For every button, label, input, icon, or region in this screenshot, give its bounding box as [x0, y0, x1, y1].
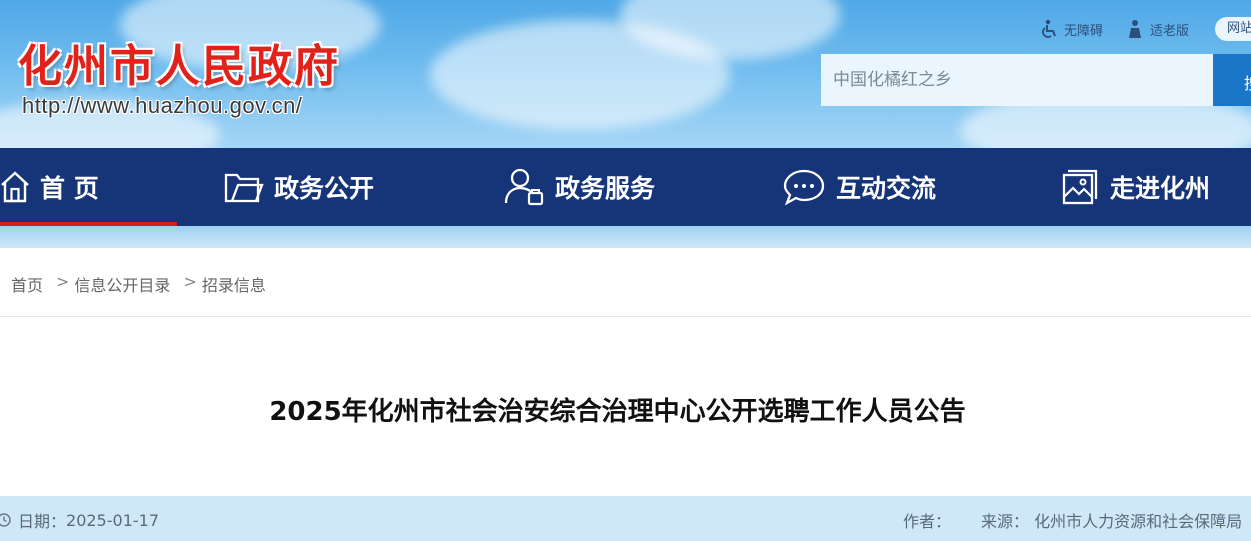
divider	[0, 316, 1251, 317]
nav-label: 首 页	[40, 174, 99, 203]
elder-mode-label: 适老版	[1150, 23, 1190, 39]
nav-item-services[interactable]: 政务服务	[503, 148, 655, 226]
nav-item-home[interactable]: 首 页	[0, 148, 177, 226]
breadcrumb-separator: >	[56, 272, 70, 291]
source-value: 化州市人力资源和社会保障局	[1034, 512, 1243, 531]
search-input[interactable]	[821, 54, 1213, 106]
clock-icon	[0, 513, 11, 527]
elder-mode-link[interactable]: 适老版	[1126, 18, 1189, 40]
nav-label: 政务服务	[555, 174, 656, 203]
breadcrumb-catalog[interactable]: 信息公开目录	[74, 272, 170, 296]
wheelchair-icon	[1042, 19, 1056, 38]
breadcrumb: 首页 > 信息公开目录 > 招录信息	[11, 272, 266, 296]
accessibility-link[interactable]: 无障碍	[1040, 18, 1103, 40]
nav-item-interaction[interactable]: 互动交流	[782, 148, 936, 226]
breadcrumb-recruitment[interactable]: 招录信息	[202, 272, 266, 296]
breadcrumb-separator: >	[183, 272, 197, 291]
network-pill[interactable]: 网站	[1215, 17, 1251, 41]
nav-label: 互动交流	[836, 174, 937, 203]
search-button-label: 搜	[1244, 70, 1251, 94]
main-nav: 首 页 政务公开 政务服务 互动交流 走进化州	[0, 148, 1251, 226]
nav-label: 走进化州	[1110, 174, 1211, 203]
article-meta-bar: 日期： 2025-01-17 作者： 来源： 化州市人力资源和社会保障局	[0, 496, 1251, 541]
picture-icon	[1062, 169, 1098, 205]
site-header: 化州市人民政府 http://www.huazhou.gov.cn/ 无障碍 适…	[0, 0, 1251, 148]
date-label: 日期：	[18, 512, 67, 531]
date-value: 2025-01-17	[66, 510, 159, 530]
site-title[interactable]: 化州市人民政府	[18, 30, 340, 94]
site-url: http://www.huazhou.gov.cn/	[22, 93, 303, 118]
chat-icon	[783, 169, 825, 206]
breadcrumb-home[interactable]: 首页	[11, 272, 43, 296]
source-label: 来源：	[981, 512, 1030, 531]
accessibility-label: 无障碍	[1064, 23, 1104, 39]
article-date: 日期： 2025-01-17	[0, 508, 159, 532]
nav-item-government-affairs[interactable]: 政务公开	[224, 148, 374, 226]
article-source: 来源： 化州市人力资源和社会保障局	[981, 508, 1242, 532]
user-service-icon	[504, 168, 544, 206]
article-title: 2025年化州市社会治安综合治理中心公开选聘工作人员公告	[269, 397, 966, 427]
elder-person-icon	[1129, 20, 1141, 38]
article-author: 作者：	[903, 508, 951, 532]
sky-band	[0, 226, 1251, 248]
folder-icon	[224, 173, 264, 203]
nav-item-about-huazhou[interactable]: 走进化州	[1060, 148, 1210, 226]
nav-label: 政务公开	[274, 174, 375, 203]
author-label: 作者：	[903, 512, 952, 531]
home-icon	[1, 171, 29, 203]
